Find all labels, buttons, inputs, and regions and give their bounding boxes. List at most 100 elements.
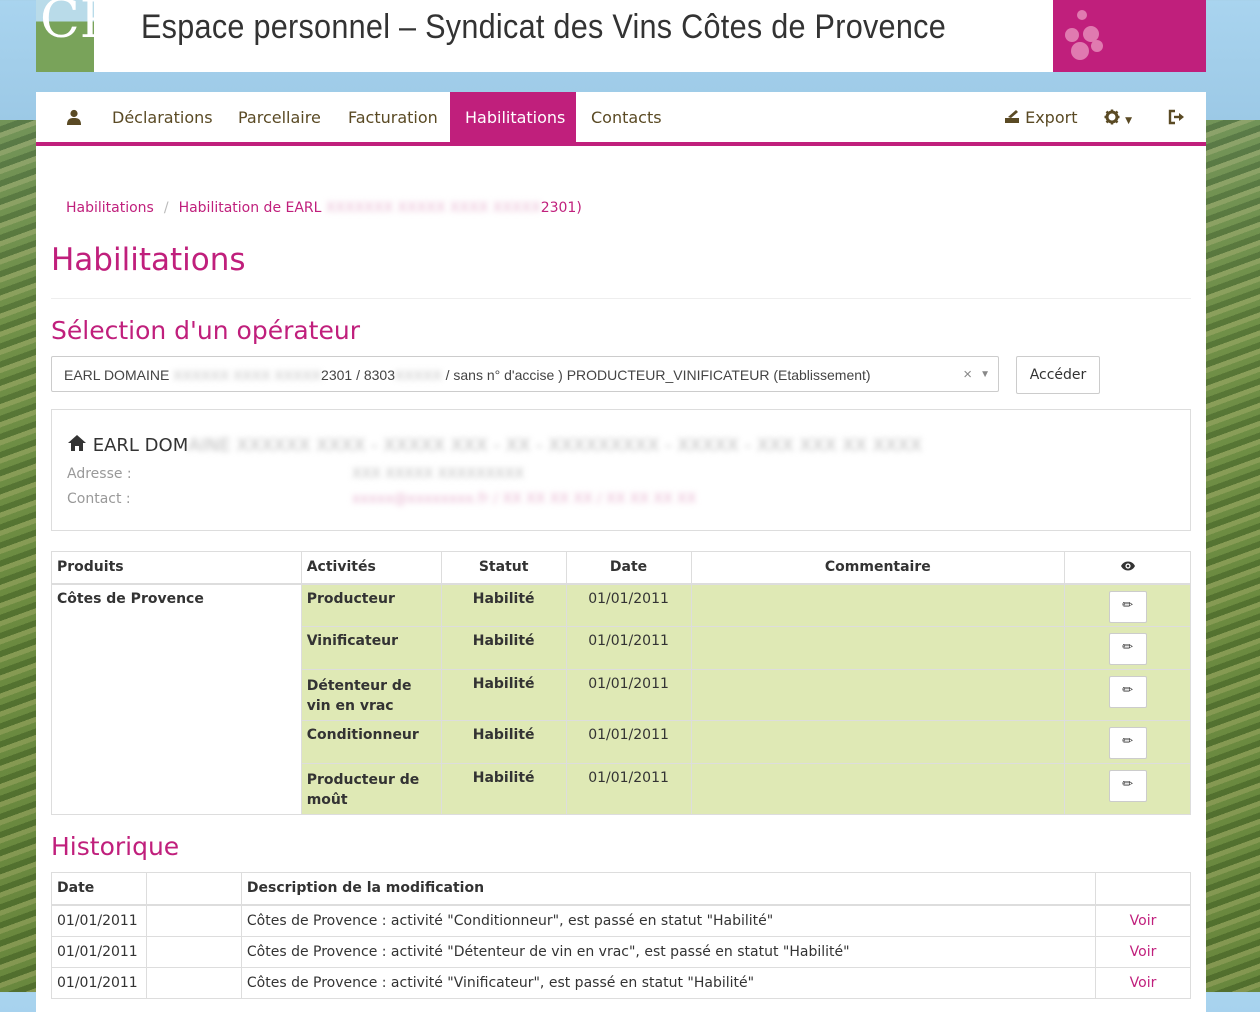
history-blank-cell: [145, 966, 242, 999]
contact-value[interactable]: xxxxx@xxxxxxxx.fr / XX XX XX XX / XX XX …: [352, 491, 696, 507]
address-label: Adresse :: [67, 466, 132, 482]
history-voir-cell: Voir: [1095, 966, 1191, 999]
history-header-action: [1095, 872, 1191, 906]
history-row: 01/01/2011 Côtes de Provence : activité …: [51, 935, 1191, 968]
page-title: Habilitations: [51, 242, 246, 278]
status-cell: Habilité: [440, 669, 567, 721]
history-row: 01/01/2011 Côtes de Provence : activité …: [51, 904, 1191, 937]
main-navbar: Déclarations Parcellaire Facturation Hab…: [36, 92, 1206, 146]
habilitations-table: Produits Activités Statut Date Commentai…: [51, 551, 1191, 815]
breadcrumb-current[interactable]: Habilitation de EARL XXXXXXX XXXXX XXXX …: [179, 200, 582, 216]
nav-declarations[interactable]: Déclarations: [97, 92, 228, 142]
history-date: 01/01/2011: [51, 935, 147, 968]
history-blank-cell: [145, 904, 242, 937]
date-cell: 01/01/2011: [565, 626, 692, 670]
comment-cell: [690, 763, 1066, 815]
comment-cell: [690, 626, 1066, 670]
edit-button[interactable]: ✏: [1108, 727, 1147, 759]
activity-cell: Conditionneur: [300, 720, 442, 764]
nav-settings[interactable]: ▼: [1089, 92, 1147, 142]
address-value: XXX XXXXX XXXXXXXXX: [352, 466, 524, 482]
pencil-icon: ✏: [1122, 640, 1133, 655]
redacted-text: XXXXXXX XXXXX XXXX XXXXX: [325, 200, 541, 216]
export-icon: [1005, 110, 1019, 123]
header-view: [1064, 551, 1191, 585]
operator-select[interactable]: EARL DOMAINE XXXXXX XXXX XXXXX2301 / 830…: [51, 356, 999, 392]
history-header-blank: [145, 872, 242, 906]
grape-logo: [1053, 0, 1206, 72]
history-date: 01/01/2011: [51, 966, 147, 999]
table-row: Côtes de Provence Producteur Habilité 01…: [51, 583, 1191, 815]
history-description: Côtes de Provence : activité "Vinificate…: [240, 966, 1097, 999]
nav-habilitations[interactable]: Habilitations: [450, 92, 576, 142]
comment-cell: [690, 583, 1066, 627]
edit-button[interactable]: ✏: [1108, 590, 1147, 623]
caret-down-icon: ▼: [1125, 116, 1133, 126]
edit-cell: ✏: [1064, 720, 1191, 764]
nav-parcellaire[interactable]: Parcellaire: [223, 92, 336, 142]
edit-cell: ✏: [1064, 669, 1191, 721]
redacted-text: XXXXXX XXXX XXXXX: [173, 367, 322, 383]
voir-link[interactable]: Voir: [1130, 975, 1157, 991]
edit-button[interactable]: ✏: [1108, 676, 1147, 708]
divider: [51, 298, 1191, 299]
contact-label: Contact :: [67, 491, 131, 507]
header-activites: Activités: [300, 551, 442, 585]
history-row: 01/01/2011 Côtes de Provence : activité …: [51, 966, 1191, 999]
status-cell: Habilité: [440, 583, 567, 627]
voir-link[interactable]: Voir: [1130, 944, 1157, 960]
header-date: Date: [565, 551, 692, 585]
breadcrumb-root[interactable]: Habilitations: [66, 200, 154, 216]
breadcrumb-separator: /: [163, 200, 169, 216]
activity-cell: Détenteur de vin en vrac: [300, 669, 442, 721]
site-title: Espace personnel – Syndicat des Vins Côt…: [140, 8, 946, 46]
voir-link[interactable]: Voir: [1130, 913, 1157, 929]
activity-cell: Vinificateur: [300, 626, 442, 670]
pencil-icon: ✏: [1122, 777, 1133, 792]
header-commentaire: Commentaire: [690, 551, 1066, 585]
nav-logout[interactable]: [1153, 92, 1201, 142]
eye-icon: [1120, 561, 1135, 571]
nav-facturation[interactable]: Facturation: [333, 92, 453, 142]
nav-contacts[interactable]: Contacts: [576, 92, 677, 142]
main-container: Déclarations Parcellaire Facturation Hab…: [36, 92, 1206, 1012]
status-cell: Habilité: [440, 763, 567, 815]
history-header-date: Date: [51, 872, 147, 906]
pencil-icon: ✏: [1122, 683, 1133, 698]
date-cell: 01/01/2011: [565, 763, 692, 815]
cp-logo[interactable]: CP: [36, 0, 115, 72]
breadcrumb: Habilitations / Habilitation de EARL XXXXX…: [66, 200, 582, 216]
status-cell: Habilité: [440, 626, 567, 670]
product-cell: Côtes de Provence: [51, 583, 302, 815]
history-date: 01/01/2011: [51, 904, 147, 937]
site-header: CP Espace personnel – Syndicat des Vins …: [36, 0, 1206, 72]
operator-name: EARL DOMAINE XXXXXX XXXX - XXXXX XXX - X…: [67, 434, 922, 456]
date-cell: 01/01/2011: [565, 669, 692, 721]
comment-cell: [690, 669, 1066, 721]
nav-export[interactable]: Export: [989, 92, 1092, 142]
edit-button[interactable]: ✏: [1108, 770, 1147, 802]
edit-cell: ✏: [1064, 626, 1191, 670]
activity-cell: Producteur de moût: [300, 763, 442, 815]
edit-cell: ✏: [1064, 583, 1191, 627]
comment-cell: [690, 720, 1066, 764]
date-cell: 01/01/2011: [565, 720, 692, 764]
clear-icon[interactable]: ×: [963, 357, 972, 391]
edit-button[interactable]: ✏: [1108, 633, 1147, 665]
date-cell: 01/01/2011: [565, 583, 692, 627]
dropdown-arrow-icon[interactable]: ▼: [980, 357, 990, 391]
background-vineyard-left: [0, 120, 36, 992]
logout-icon: [1168, 109, 1184, 125]
home-icon: [68, 435, 86, 451]
user-icon: [67, 109, 81, 125]
history-header-description: Description de la modification: [240, 872, 1097, 906]
nav-profile[interactable]: [51, 92, 97, 142]
acceder-button[interactable]: Accéder: [1016, 356, 1100, 394]
operator-panel: EARL DOMAINE XXXXXX XXXX - XXXXX XXX - X…: [51, 409, 1191, 531]
header-produits: Produits: [51, 551, 302, 585]
history-voir-cell: Voir: [1095, 904, 1191, 937]
history-description: Côtes de Provence : activité "Conditionn…: [240, 904, 1097, 937]
history-table: Date Description de la modification 01/0…: [51, 872, 1191, 999]
redacted-text: AINE XXXXXX XXXX - XXXXX XXX - XX - XXXX…: [188, 435, 922, 456]
pencil-icon: ✏: [1122, 597, 1133, 613]
